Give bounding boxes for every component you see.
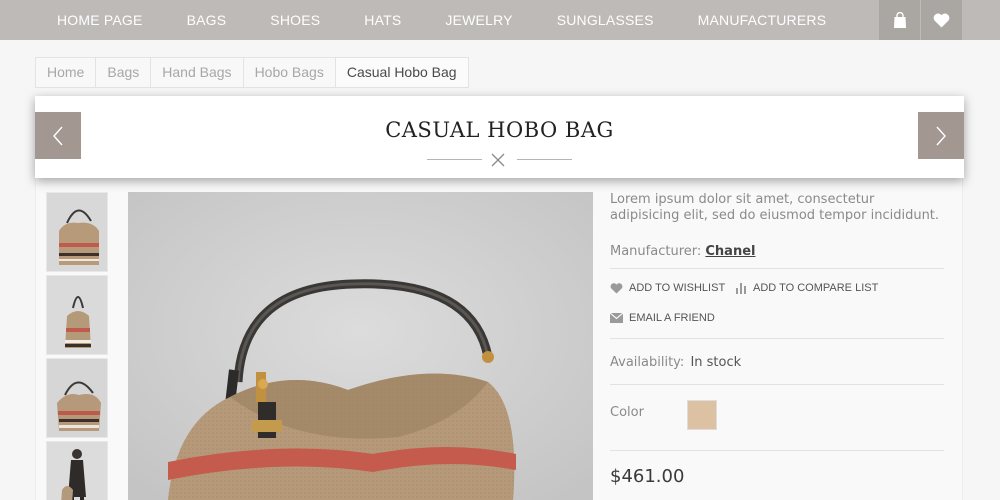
bag-front-thumbnail-image [47,193,107,271]
email-a-friend-link[interactable]: EMAIL A FRIEND [610,312,715,324]
bag-angle-thumbnail-image [47,359,107,437]
nav-item-jewelry[interactable]: JEWELRY [423,0,534,40]
nav-item-shoes[interactable]: SHOES [248,0,342,40]
nav-item-manufacturers[interactable]: MANUFACTURERS [676,0,849,40]
availability-label: Availability: [610,355,685,370]
heart-icon [933,13,950,27]
heart-icon [610,282,623,294]
divider [610,338,944,339]
model-thumbnail-image [47,442,107,500]
bag-side-thumbnail-image [47,276,107,354]
manufacturer-label: Manufacturer: [610,244,702,259]
add-to-wishlist-label: ADD TO WISHLIST [629,282,726,294]
product-thumbnail[interactable] [46,441,108,500]
availability-row: Availability: In stock [610,355,741,370]
cart-button[interactable] [879,0,920,40]
breadcrumb-bags[interactable]: Bags [96,57,152,88]
wishlist-button[interactable] [921,0,962,40]
chevron-right-icon [936,126,946,145]
add-to-compare-label: ADD TO COMPARE LIST [753,282,879,294]
add-to-compare-link[interactable]: ADD TO COMPARE LIST [735,282,878,294]
top-navigation: HOME PAGE BAGS SHOES HATS JEWELRY SUNGLA… [0,0,1000,40]
main-product-image[interactable] [128,192,593,500]
nav-item-sunglasses[interactable]: SUNGLASSES [535,0,676,40]
bar-chart-icon [735,282,747,294]
nav-item-home[interactable]: HOME PAGE [35,0,165,40]
manufacturer-row: Manufacturer: Chanel [610,244,756,259]
product-thumbnail[interactable] [46,192,108,272]
product-description: Lorem ipsum dolor sit amet, consectetur … [610,192,940,223]
product-header: CASUAL HOBO BAG [35,96,964,178]
page-title: CASUAL HOBO BAG [385,118,614,142]
next-product-button[interactable] [918,112,964,159]
nav-item-hats[interactable]: HATS [342,0,423,40]
divider [610,268,944,269]
color-label: Color [610,405,644,420]
nav-menu: HOME PAGE BAGS SHOES HATS JEWELRY SUNGLA… [35,0,848,40]
breadcrumb: Home Bags Hand Bags Hobo Bags Casual Hob… [35,57,469,88]
email-a-friend-label: EMAIL A FRIEND [629,312,715,324]
product-info: Lorem ipsum dolor sit amet, consectetur … [610,192,944,487]
color-swatch[interactable] [687,400,717,430]
breadcrumb-current: Casual Hobo Bag [335,57,469,88]
envelope-icon [610,313,623,323]
product-thumbnail[interactable] [46,275,108,355]
divider-line-left [427,159,482,160]
add-to-wishlist-link[interactable]: ADD TO WISHLIST [610,282,725,294]
shopping-bag-icon [893,11,906,28]
divider [610,450,944,451]
breadcrumb-home[interactable]: Home [35,57,97,88]
cross-ornament-icon [491,153,505,167]
product-thumbnail[interactable] [46,358,108,438]
breadcrumb-hand-bags[interactable]: Hand Bags [151,57,244,88]
product-price: $461.00 [610,466,685,487]
hobo-bag-photo [128,192,593,500]
divider [610,384,944,385]
manufacturer-link[interactable]: Chanel [705,244,755,259]
nav-item-bags[interactable]: BAGS [165,0,249,40]
title-divider [427,152,572,168]
availability-value: In stock [690,355,742,370]
divider-line-right [517,159,572,160]
breadcrumb-hobo-bags[interactable]: Hobo Bags [243,57,336,88]
